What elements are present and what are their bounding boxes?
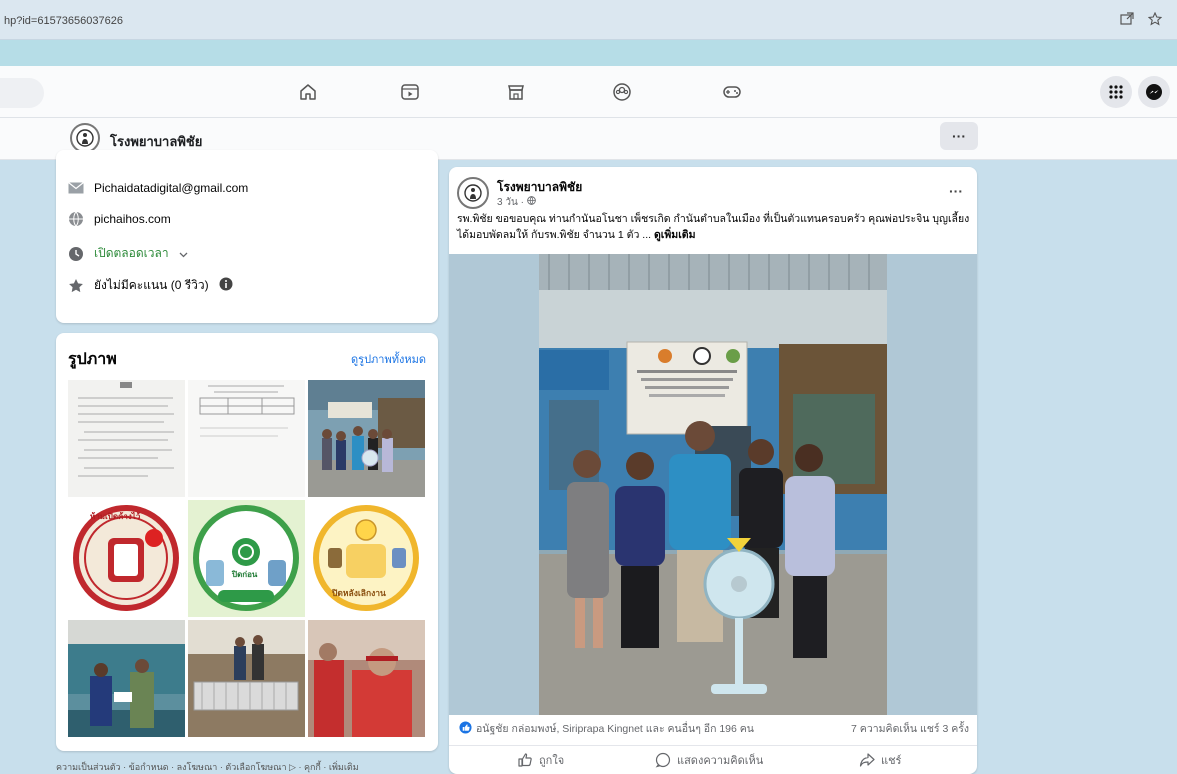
open-in-app-icon[interactable] (1119, 11, 1135, 27)
photo-group-fan[interactable] (308, 380, 425, 497)
star-icon[interactable] (1147, 11, 1163, 27)
post-text: รพ.พิชัย ขอขอบคุณ ท่านกำนันอโนชา เพ็ชรเก… (457, 211, 971, 243)
browser-band (0, 40, 1177, 66)
post-more-button[interactable]: ··· (949, 183, 963, 199)
photo-beds[interactable] (188, 620, 305, 737)
share-label: แชร์ (881, 755, 902, 767)
marketplace-icon[interactable] (504, 80, 528, 104)
sticker-text-1: ห้ามเปิดค้างไว้ (90, 512, 141, 521)
post-image[interactable] (449, 254, 977, 715)
see-more-link[interactable]: ดูเพิ่มเติม (654, 229, 696, 241)
video-icon[interactable] (398, 80, 422, 104)
groups-icon[interactable] (610, 80, 634, 104)
photo-document-2[interactable] (188, 380, 305, 497)
home-icon[interactable] (296, 80, 320, 104)
chevron-down-icon[interactable] (179, 247, 188, 261)
hours-row: เปิดตลอดเวลา (68, 244, 188, 263)
post-author-avatar[interactable] (457, 177, 489, 209)
rating-row: ยังไม่มีคะแนน (0 รีวิว) (68, 276, 233, 295)
email-text[interactable]: Pichaidatadigital@gmail.com (94, 181, 248, 195)
post-time-text[interactable]: 3 วัน · (497, 197, 527, 208)
photo-people-red[interactable] (308, 620, 425, 737)
comment-icon (655, 752, 671, 768)
post-card: โรงพยาบาลพิชัย 3 วัน · ··· รพ.พิชัย ขอขอ… (449, 167, 977, 774)
photo-sticker-yellow[interactable]: ปิดหลังเลิกงาน (308, 500, 425, 617)
url-text[interactable]: hp?id=61573656037626 (4, 15, 123, 27)
globe-icon (68, 211, 84, 227)
rating-text: ยังไม่มีคะแนน (0 รีวิว) (94, 278, 209, 292)
footer-links[interactable]: ความเป็นส่วนตัว · ข้อกำหนด · ลงโฆษณา · ต… (56, 760, 359, 774)
photo-sticker-green[interactable]: ปิดก่อน (188, 500, 305, 617)
comment-label: แสดงความคิดเห็น (677, 755, 764, 767)
comments-shares-count[interactable]: 7 ความคิดเห็น แชร์ 3 ครั้ง (851, 720, 969, 737)
photo-handover[interactable] (68, 620, 185, 737)
info-icon[interactable] (219, 277, 233, 294)
thumbs-up-icon (518, 753, 532, 767)
see-all-photos-link[interactable]: ดูรูปภาพทั้งหมด (351, 350, 426, 368)
post-actions: ถูกใจ แสดงความคิดเห็น แชร์ (449, 745, 977, 774)
photo-document-1[interactable] (68, 380, 185, 497)
photos-title: รูปภาพ (68, 351, 117, 368)
page-avatar[interactable] (70, 123, 100, 153)
website-row: pichaihos.com (68, 211, 171, 227)
photos-card: รูปภาพ ดูรูปภาพทั้งหมด ห้ามเปิดค้างไว้ ป… (56, 333, 438, 751)
messenger-icon[interactable] (1138, 76, 1170, 108)
reactions-text[interactable]: อนัฐชัย กล่อมพงษ์, Siriprapa Kingnet และ… (476, 720, 754, 737)
browser-address-bar: hp?id=61573656037626 (0, 0, 1177, 40)
intro-card: Pichaidatadigital@gmail.com pichaihos.co… (56, 150, 438, 323)
photo-sticker-stop[interactable]: ห้ามเปิดค้างไว้ (68, 500, 185, 617)
post-timestamp[interactable]: 3 วัน · (497, 195, 536, 210)
share-button[interactable]: แชร์ (859, 751, 901, 769)
like-button[interactable]: ถูกใจ (517, 751, 564, 769)
photo-grid: ห้ามเปิดค้างไว้ ปิดก่อน ปิดหลังเลิกงาน (68, 380, 425, 751)
page-name[interactable]: โรงพยาบาลพิชัย (110, 131, 202, 152)
sticker-text-2: ปิดก่อน (232, 570, 258, 579)
sticker-text-3: ปิดหลังเลิกงาน (332, 588, 386, 598)
page-more-button[interactable]: ··· (940, 122, 978, 150)
mail-icon (68, 180, 84, 196)
clock-icon (68, 246, 84, 262)
comment-button[interactable]: แสดงความคิดเห็น (655, 751, 763, 769)
post-body-text: รพ.พิชัย ขอขอบคุณ ท่านกำนันอโนชา เพ็ชรเก… (457, 213, 970, 241)
globe-icon (526, 196, 536, 205)
menu-grid-icon[interactable] (1100, 76, 1132, 108)
search-input[interactable] (0, 78, 44, 108)
email-row: Pichaidatadigital@gmail.com (68, 180, 248, 196)
website-link[interactable]: pichaihos.com (94, 212, 171, 226)
like-reaction-icon (459, 720, 472, 737)
gaming-icon[interactable] (720, 80, 744, 104)
like-label: ถูกใจ (539, 755, 565, 767)
star-icon (68, 278, 84, 294)
top-navigation (0, 66, 1177, 118)
hours-text[interactable]: เปิดตลอดเวลา (94, 244, 169, 263)
share-icon (859, 753, 875, 767)
